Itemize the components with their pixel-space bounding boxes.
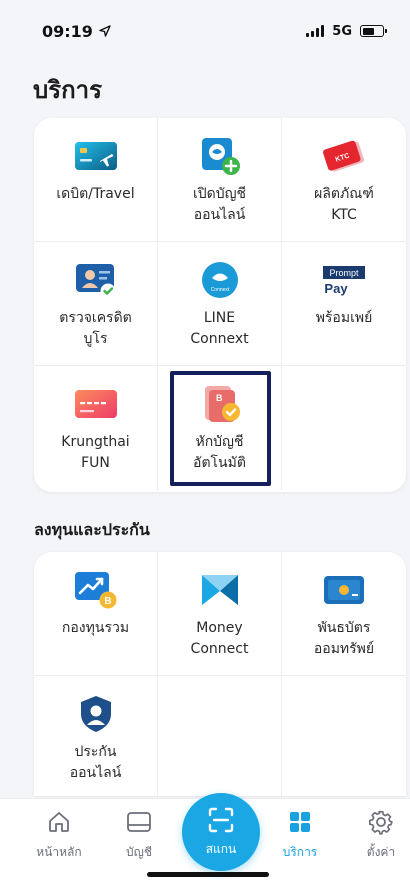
auto-debit-icon: B	[196, 384, 244, 424]
gear-icon	[368, 809, 394, 835]
travel-card-icon	[72, 136, 120, 176]
service-mutual-fund[interactable]: B กองทุนรวม	[34, 552, 158, 676]
tab-services[interactable]: บริการ	[265, 809, 335, 862]
wallet-icon	[126, 809, 152, 835]
service-label: ผลิตภัณฑ์ KTC	[314, 186, 374, 223]
tab-label: บริการ	[282, 845, 318, 859]
services-card: เดบิต/Travel เปิดบัญชี ออนไลน์ KTC ผลิตภ…	[34, 118, 406, 492]
invest-card: B กองทุนรวม Money Connect พันธบัตร ออมทร…	[34, 552, 406, 796]
service-label: หักบัญชี อัตโนมัติ	[193, 434, 246, 471]
service-label: Krungthai FUN	[61, 434, 130, 471]
invest-section-title: ลงทุนและประกัน	[34, 520, 150, 539]
service-label: LINE Connext	[190, 310, 249, 347]
grid-icon	[287, 809, 313, 835]
service-open-account[interactable]: เปิดบัญชี ออนไลน์	[158, 118, 282, 242]
service-credit-bureau[interactable]: ตรวจเครดิต บูโร	[34, 242, 158, 366]
invest-empty-slot	[158, 676, 282, 796]
tab-settings[interactable]: ตั้งค่า	[346, 809, 410, 862]
service-label: กองทุนรวม	[61, 620, 130, 636]
service-debit-travel[interactable]: เดบิต/Travel	[34, 118, 158, 242]
fun-card-icon	[72, 384, 120, 424]
status-time: 09:19	[42, 22, 111, 41]
service-money-connect[interactable]: Money Connect	[158, 552, 282, 676]
tab-account[interactable]: บัญชี	[104, 809, 174, 862]
tab-home[interactable]: หน้าหลัก	[24, 809, 94, 862]
connext-badge: Connext	[210, 287, 229, 293]
service-empty-slot	[282, 366, 406, 490]
home-indicator	[147, 872, 269, 877]
signal-icon	[306, 25, 325, 37]
tab-label: บัญชี	[126, 845, 152, 859]
mutual-fund-icon: B	[72, 570, 120, 610]
service-ktc[interactable]: KTC ผลิตภัณฑ์ KTC	[282, 118, 406, 242]
service-label: พร้อมเพย์	[315, 310, 373, 326]
service-label: พันธบัตร ออมทรัพย์	[313, 620, 375, 657]
line-connext-icon: Connext	[196, 260, 244, 300]
service-label: เดบิต/Travel	[56, 186, 135, 202]
service-auto-debit[interactable]: B หักบัญชี อัตโนมัติ	[158, 366, 282, 490]
service-promptpay[interactable]: Prompt Pay พร้อมเพย์	[282, 242, 406, 366]
promptpay-badge-top: Prompt	[329, 268, 359, 278]
service-krungthai-fun[interactable]: Krungthai FUN	[34, 366, 158, 490]
ktc-card-icon: KTC	[320, 136, 368, 176]
page-title: บริการ	[33, 76, 103, 104]
service-label: ประกัน ออนไลน์	[69, 744, 122, 781]
service-label: Money Connect	[190, 620, 249, 657]
network-type: 5G	[332, 23, 352, 39]
location-arrow-icon	[99, 25, 111, 37]
service-label: เปิดบัญชี ออนไลน์	[192, 186, 247, 223]
service-line-connext[interactable]: Connext LINE Connext	[158, 242, 282, 366]
status-indicators: 5G	[306, 23, 387, 39]
home-icon	[46, 809, 72, 835]
battery-icon	[360, 25, 387, 37]
service-insurance[interactable]: ประกัน ออนไลน์	[34, 676, 158, 796]
service-savings-bond[interactable]: พันธบัตร ออมทรัพย์	[282, 552, 406, 676]
scan-icon	[208, 807, 234, 832]
svg-text:B: B	[104, 596, 111, 607]
invest-empty-slot	[282, 676, 406, 796]
insurance-icon	[72, 694, 120, 734]
promptpay-badge-bottom: Pay	[324, 281, 348, 296]
scan-button[interactable]: สแกน	[182, 793, 260, 871]
open-account-icon	[196, 136, 244, 176]
tab-label: ตั้งค่า	[366, 845, 396, 859]
money-connect-icon	[196, 570, 244, 610]
scan-label: สแกน	[205, 841, 237, 856]
status-bar: 09:19 5G	[0, 0, 410, 62]
credit-bureau-icon	[72, 260, 120, 300]
savings-bond-icon	[320, 570, 368, 610]
tab-label: หน้าหลัก	[36, 845, 82, 859]
promptpay-icon: Prompt Pay	[320, 260, 368, 300]
svg-text:B: B	[216, 393, 223, 403]
clock: 09:19	[42, 21, 93, 41]
service-label: ตรวจเครดิต บูโร	[59, 310, 132, 347]
